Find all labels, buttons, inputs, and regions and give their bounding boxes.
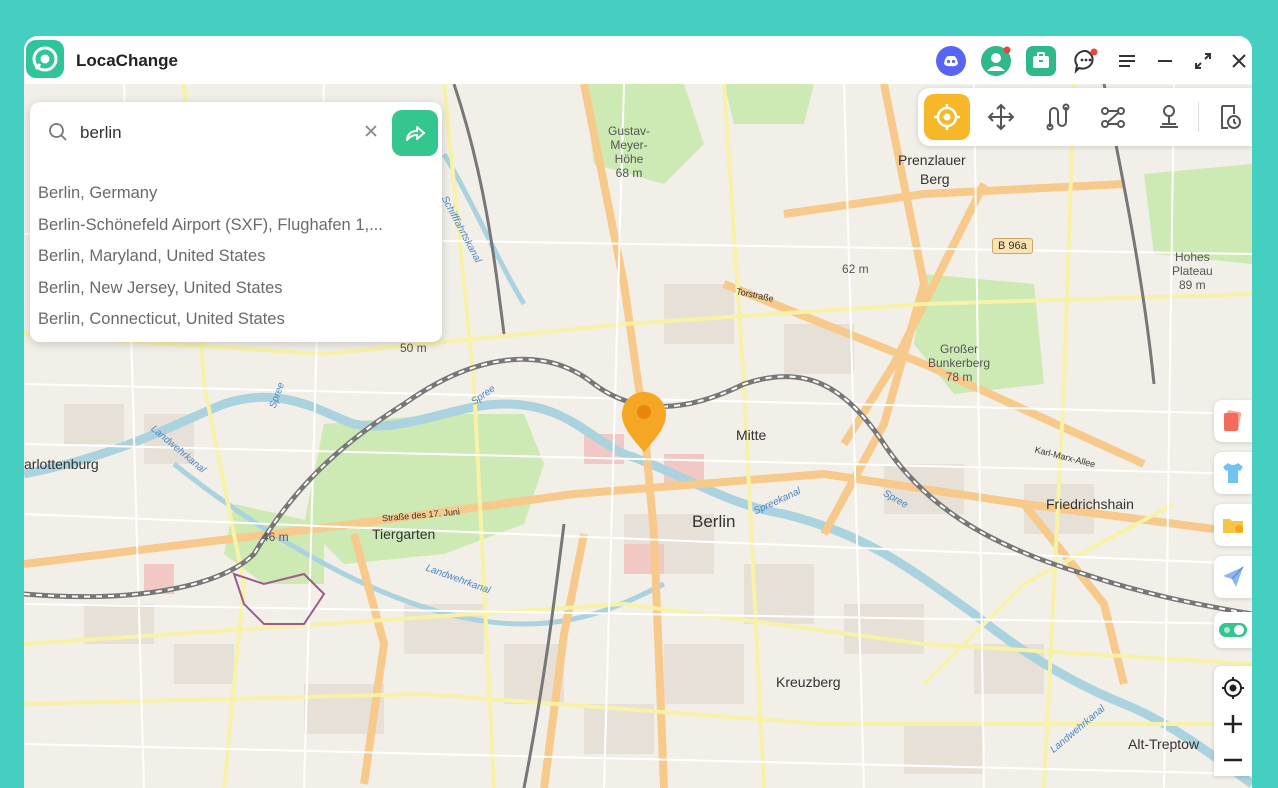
- toolbar-divider: [1198, 102, 1199, 132]
- app-window: LocaChange Mitte Berlin Tiergarten arlot…: [24, 36, 1252, 788]
- briefcase-icon[interactable]: [1026, 46, 1056, 76]
- folder-icon: [1223, 519, 1243, 533]
- peak-label: 62 m: [842, 262, 869, 276]
- multi-spot-route-icon: [1101, 107, 1125, 128]
- place-label-friedrichshain: Friedrichshain: [1046, 496, 1134, 512]
- side-folder-button[interactable]: [1214, 504, 1252, 546]
- search-result-item[interactable]: Berlin, Maryland, United States: [38, 241, 438, 273]
- place-label-kreuzberg: Kreuzberg: [776, 674, 841, 690]
- search-result-item[interactable]: Berlin-Schönefeld Airport (SXF), Flughaf…: [38, 210, 438, 242]
- zoom-controls: [1214, 666, 1252, 776]
- send-icon: [1223, 566, 1244, 587]
- jump-teleport-icon: [1160, 105, 1178, 128]
- search-panel: Berlin, Germany Berlin-Schönefeld Airpor…: [30, 102, 442, 342]
- discord-icon[interactable]: [936, 46, 966, 76]
- mode-toolbar: [918, 88, 1252, 146]
- two-spot-route-button[interactable]: [1034, 94, 1080, 140]
- tshirt-icon: [1223, 463, 1243, 483]
- close-icon: [365, 125, 377, 137]
- teleport-mode-button[interactable]: [924, 94, 970, 140]
- crosshair-icon: [1222, 677, 1244, 699]
- chat-icon[interactable]: [1071, 46, 1101, 76]
- location-marker: [622, 392, 666, 452]
- side-tshirt-button[interactable]: [1214, 452, 1252, 494]
- zoom-out-button[interactable]: [1214, 742, 1252, 778]
- side-send-button[interactable]: [1214, 556, 1252, 598]
- road-shield: B 96a: [992, 238, 1033, 254]
- peak-label: Großer Bunkerberg 78 m: [928, 342, 991, 384]
- history-button[interactable]: [1206, 94, 1252, 140]
- peak-label: 50 m: [400, 341, 427, 355]
- cards-icon: [1224, 410, 1242, 431]
- teleport-icon: [934, 104, 960, 130]
- place-label-prenzlauer: Prenzlauer: [898, 152, 966, 168]
- side-toggle-button[interactable]: [1214, 612, 1252, 648]
- search-input[interactable]: [78, 118, 362, 148]
- title-bar: LocaChange: [24, 36, 1252, 84]
- history-icon: [1221, 105, 1241, 129]
- menu-icon[interactable]: [1112, 46, 1142, 76]
- side-cards-button[interactable]: [1214, 400, 1252, 442]
- go-button[interactable]: [392, 110, 438, 156]
- user-avatar-icon[interactable]: [981, 46, 1011, 76]
- peak-label: 46 m: [262, 530, 289, 544]
- search-results: Berlin, Germany Berlin-Schönefeld Airpor…: [38, 178, 438, 336]
- two-spot-route-icon: [1046, 103, 1070, 131]
- joystick-move-icon: [987, 103, 1015, 131]
- toggle-icon: [1219, 623, 1247, 637]
- jump-teleport-button[interactable]: [1146, 94, 1192, 140]
- search-icon: [48, 122, 68, 147]
- search-result-item[interactable]: Berlin, New Jersey, United States: [38, 273, 438, 305]
- share-arrow-icon: [406, 126, 425, 141]
- place-label-berlin: Berlin: [692, 512, 736, 531]
- app-title: LocaChange: [76, 51, 179, 70]
- place-label-alt-treptow: Alt-Treptow: [1128, 736, 1200, 752]
- place-label-tiergarten: Tiergarten: [372, 526, 436, 542]
- search-result-item[interactable]: Berlin, Germany: [38, 178, 438, 210]
- maximize-icon[interactable]: [1188, 46, 1218, 76]
- peak-label: Hohes Plateau 89 m: [1172, 250, 1213, 292]
- close-icon[interactable]: [1224, 46, 1252, 76]
- zoom-in-button[interactable]: [1214, 706, 1252, 742]
- plus-icon: [1224, 715, 1242, 733]
- multi-spot-route-button[interactable]: [1090, 94, 1136, 140]
- clear-search-button[interactable]: [360, 120, 382, 142]
- joystick-move-button[interactable]: [978, 94, 1024, 140]
- minimize-icon[interactable]: [1150, 46, 1180, 76]
- place-label-charlottenburg: arlottenburg: [24, 456, 99, 472]
- app-logo-icon: [26, 40, 64, 78]
- minus-icon: [1224, 758, 1242, 762]
- locate-me-button[interactable]: [1214, 670, 1252, 706]
- peak-label: Gustav- Meyer- Höhe 68 m: [608, 124, 651, 180]
- search-result-item[interactable]: Berlin, Connecticut, United States: [38, 304, 438, 336]
- place-label-mitte: Mitte: [736, 427, 767, 443]
- place-label-berg: Berg: [920, 171, 950, 187]
